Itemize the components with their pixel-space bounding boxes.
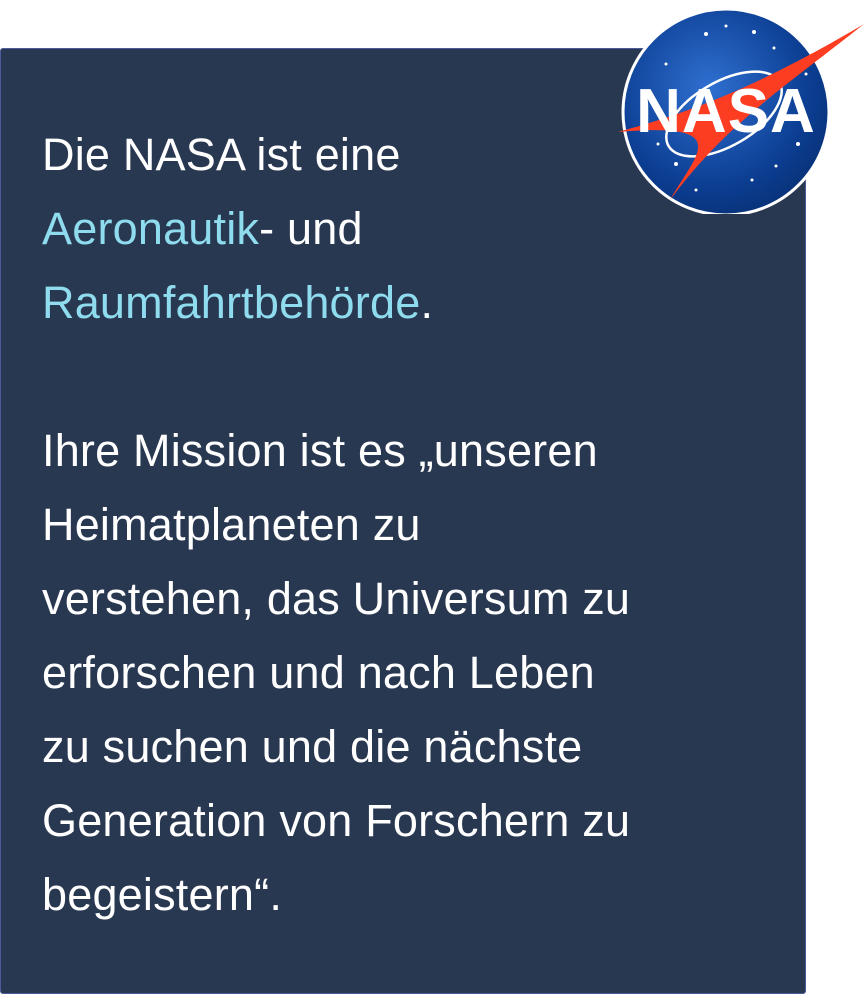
card-text: Die NASA ist eine Aeronautik- und Raumfah… — [42, 118, 782, 932]
mission-line: Ihre Mission ist es „unseren — [42, 425, 598, 476]
aeronautik-term: Aeronautik — [42, 203, 260, 254]
raumfahrtbehoerde-term: Raumfahrtbehörde — [42, 277, 421, 328]
mission-line: zu suchen und die nächste — [42, 721, 583, 772]
intro-before: Die NASA ist eine — [42, 129, 401, 180]
intro-after: . — [420, 277, 434, 328]
mission-line: erforschen und nach Leben — [42, 647, 595, 698]
nasa-logo-icon: NASA — [618, 7, 864, 214]
mission-line: Heimatplaneten zu — [42, 499, 421, 550]
mission-line: begeistern“. — [42, 869, 283, 920]
mission-line: verstehen, das Universum zu — [42, 573, 631, 624]
logo-text: NASA — [636, 77, 816, 146]
intro-middle: - und — [259, 203, 363, 254]
mission-line: Generation von Forschern zu — [42, 795, 631, 846]
mission-paragraph: Ihre Mission ist es „unseren Heimatplanet… — [42, 414, 782, 932]
